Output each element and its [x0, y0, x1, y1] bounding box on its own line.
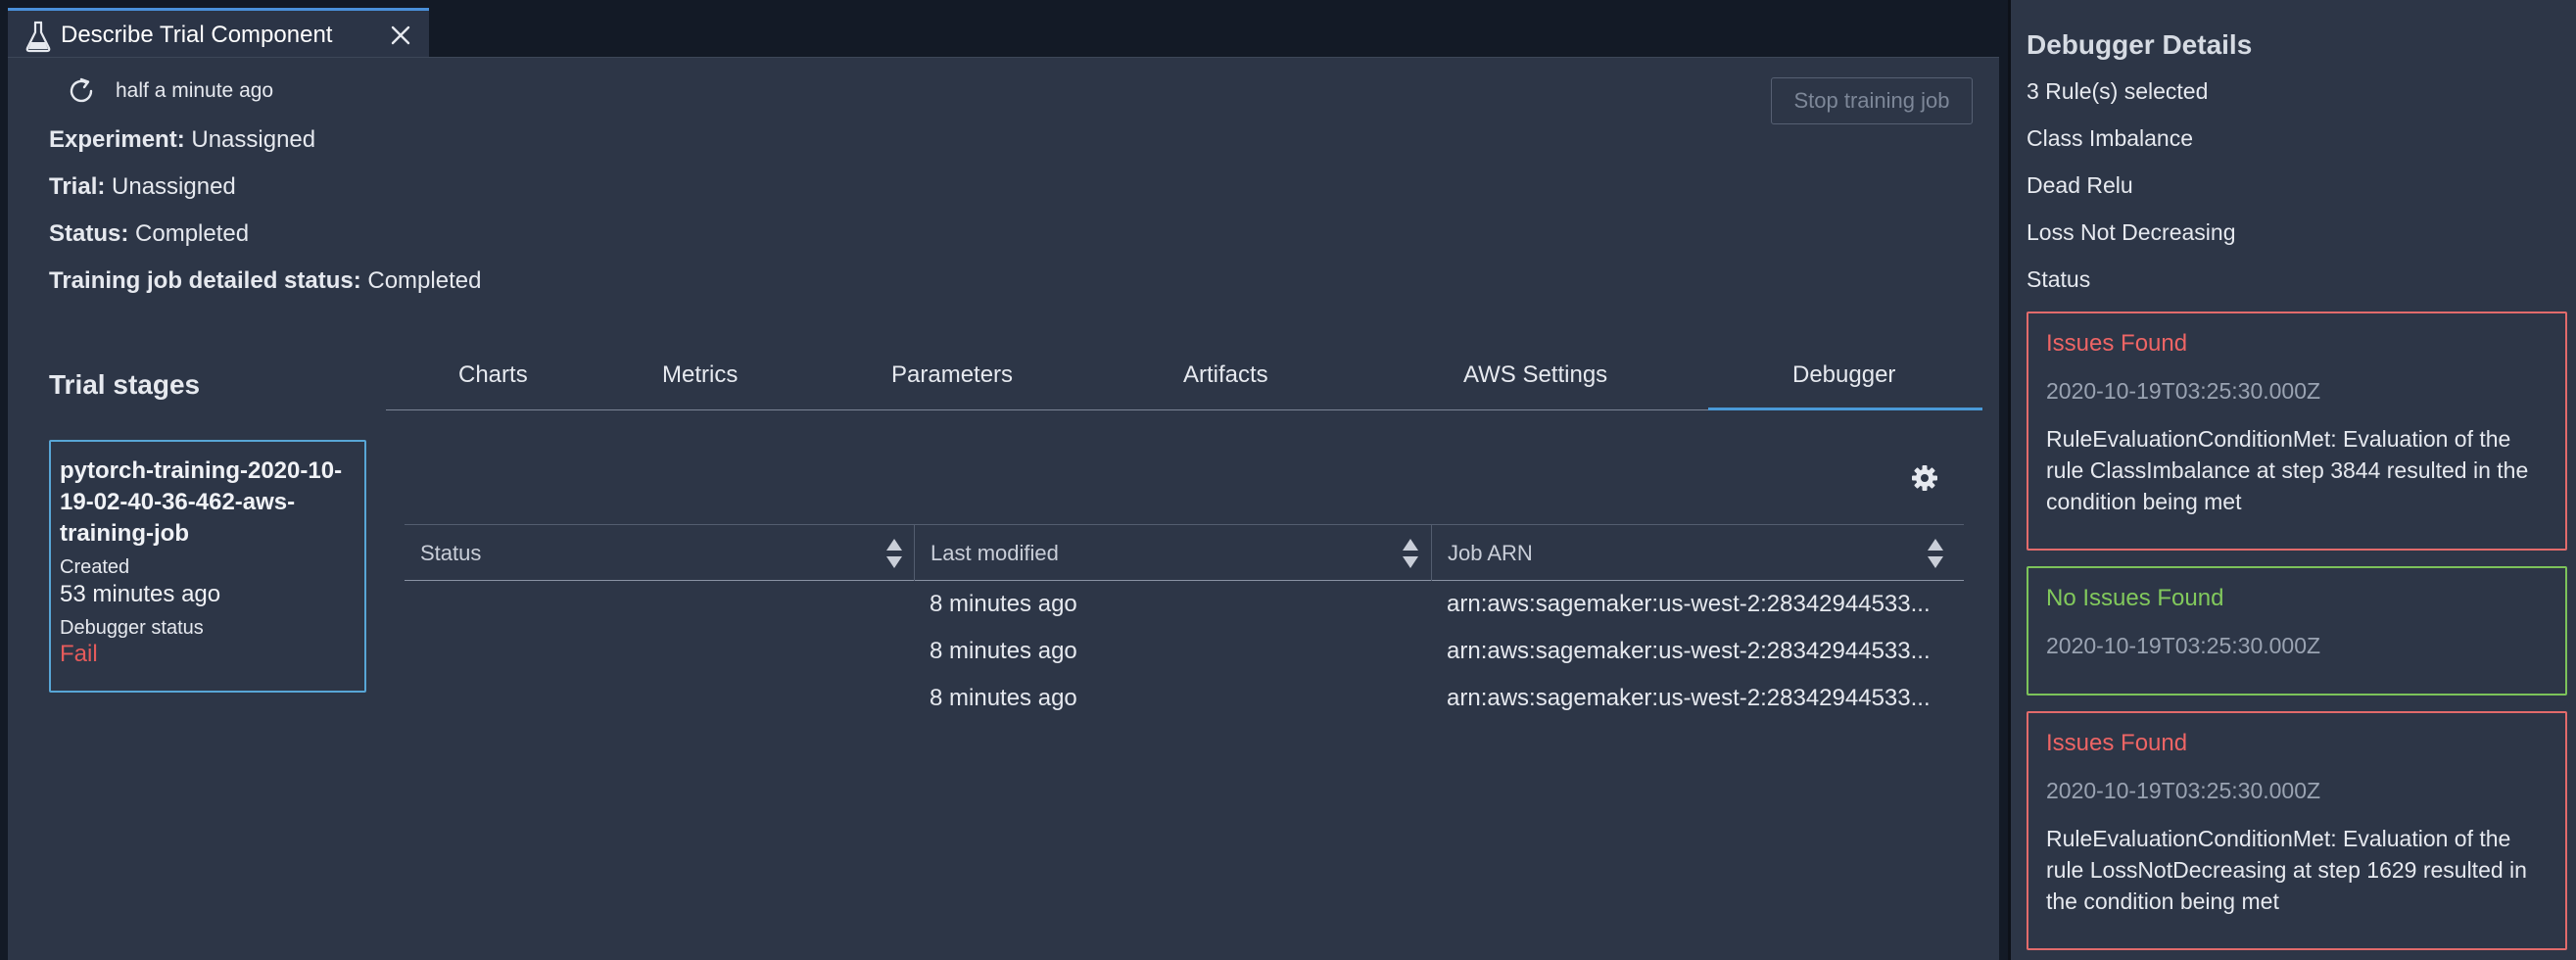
experiment-value: Unassigned [191, 126, 316, 153]
main-panel: half a minute ago Stop training job Expe… [8, 57, 1999, 960]
stage-name: pytorch-training-2020-10-19-02-40-36-462… [60, 457, 343, 547]
stop-training-job-button[interactable]: Stop training job [1771, 77, 1973, 124]
stage-created-label: Created [60, 556, 130, 578]
sort-icon[interactable] [884, 537, 904, 570]
training-job-status-value: Completed [367, 267, 482, 294]
trial-value: Unassigned [112, 173, 236, 200]
flask-icon [25, 21, 51, 53]
stage-debugger-label: Debugger status [60, 617, 204, 639]
cell-last-modified: 8 minutes ago [930, 638, 1077, 664]
experiment-label: Experiment: [49, 126, 185, 153]
rule-item: Loss Not Decreasing [2027, 219, 2236, 245]
tab-aws-settings[interactable]: AWS Settings [1463, 361, 1607, 389]
rule-status-card: Issues Found 2020-10-19T03:25:30.000Z Ru… [2027, 711, 2567, 950]
last-refreshed-time: half a minute ago [116, 79, 274, 102]
cell-last-modified: 8 minutes ago [930, 591, 1077, 617]
rule-status-time: 2020-10-19T03:25:30.000Z [2046, 378, 2321, 404]
rule-status-text: Issues Found [2046, 730, 2188, 756]
sort-icon[interactable] [1926, 537, 1945, 570]
debugger-details-panel: Debugger Details 3 Rule(s) selected Clas… [2011, 0, 2576, 960]
trial-detail: Trial: Unassigned [49, 173, 236, 201]
experiment-detail: Experiment: Unassigned [49, 126, 315, 154]
column-header-job-arn[interactable]: Job ARN [1431, 525, 1964, 581]
rule-status-time: 2020-10-19T03:25:30.000Z [2046, 633, 2321, 658]
column-label-status: Status [420, 540, 482, 565]
column-header-status[interactable]: Status [405, 525, 914, 581]
tab-parameters[interactable]: Parameters [891, 361, 1013, 389]
trial-stage-card[interactable]: pytorch-training-2020-10-19-02-40-36-462… [49, 440, 366, 693]
table-header: Status Last modified Job ARN [405, 524, 1964, 581]
rule-status-text: Issues Found [2046, 330, 2188, 357]
rule-status-card: No Issues Found 2020-10-19T03:25:30.000Z [2027, 566, 2567, 696]
cell-job-arn: arn:aws:sagemaker:us-west-2:28342944533.… [1447, 591, 1931, 617]
rule-status-message: RuleEvaluationConditionMet: Evaluation o… [2046, 426, 2529, 514]
cell-job-arn: arn:aws:sagemaker:us-west-2:28342944533.… [1447, 638, 1931, 664]
status-heading: Status [2027, 266, 2091, 292]
column-label-last-modified: Last modified [930, 540, 1059, 565]
rule-status-message: RuleEvaluationConditionMet: Evaluation o… [2046, 826, 2527, 914]
stage-created-value: 53 minutes ago [60, 581, 221, 607]
refresh-icon[interactable] [65, 74, 98, 108]
stage-debugger-status: Fail [60, 641, 98, 667]
training-job-status-detail: Training job detailed status: Completed [49, 267, 481, 295]
debugger-jobs-table: Status Last modified Job ARN 8 minutes a… [405, 524, 1964, 722]
sort-icon[interactable] [1401, 537, 1420, 570]
rule-status-text: No Issues Found [2046, 585, 2224, 611]
trial-label: Trial: [49, 173, 106, 200]
tab-strip: Describe Trial Component [0, 0, 2010, 59]
tab-metrics[interactable]: Metrics [662, 361, 738, 389]
rules-selected-count: 3 Rule(s) selected [2027, 78, 2209, 104]
debugger-details-title: Debugger Details [2027, 29, 2253, 60]
trial-stages-title: Trial stages [49, 369, 201, 400]
gear-icon[interactable] [1910, 463, 1939, 493]
rule-item: Dead Relu [2027, 172, 2133, 198]
cell-job-arn: arn:aws:sagemaker:us-west-2:28342944533.… [1447, 685, 1931, 711]
status-label: Status: [49, 220, 129, 247]
tab-charts[interactable]: Charts [458, 361, 528, 389]
cell-last-modified: 8 minutes ago [930, 685, 1077, 711]
rule-item: Class Imbalance [2027, 125, 2194, 151]
table-row[interactable]: 8 minutes ago arn:aws:sagemaker:us-west-… [405, 581, 1964, 628]
column-label-job-arn: Job ARN [1448, 540, 1533, 565]
describe-trial-tab[interactable]: Describe Trial Component [8, 8, 429, 59]
close-icon[interactable] [388, 23, 413, 48]
rule-status-card: Issues Found 2020-10-19T03:25:30.000Z Ru… [2027, 312, 2567, 551]
component-tabs: Charts Metrics Parameters Artifacts AWS … [386, 348, 1982, 410]
tab-title: Describe Trial Component [61, 22, 333, 48]
rule-status-time: 2020-10-19T03:25:30.000Z [2046, 778, 2321, 803]
status-value: Completed [135, 220, 250, 247]
tab-artifacts[interactable]: Artifacts [1183, 361, 1268, 389]
active-tab-indicator [1708, 408, 1982, 410]
training-job-status-label: Training job detailed status: [49, 267, 361, 294]
tab-debugger[interactable]: Debugger [1792, 361, 1895, 389]
status-detail: Status: Completed [49, 220, 249, 248]
table-row[interactable]: 8 minutes ago arn:aws:sagemaker:us-west-… [405, 628, 1964, 675]
column-header-last-modified[interactable]: Last modified [914, 525, 1431, 581]
table-row[interactable]: 8 minutes ago arn:aws:sagemaker:us-west-… [405, 675, 1964, 722]
